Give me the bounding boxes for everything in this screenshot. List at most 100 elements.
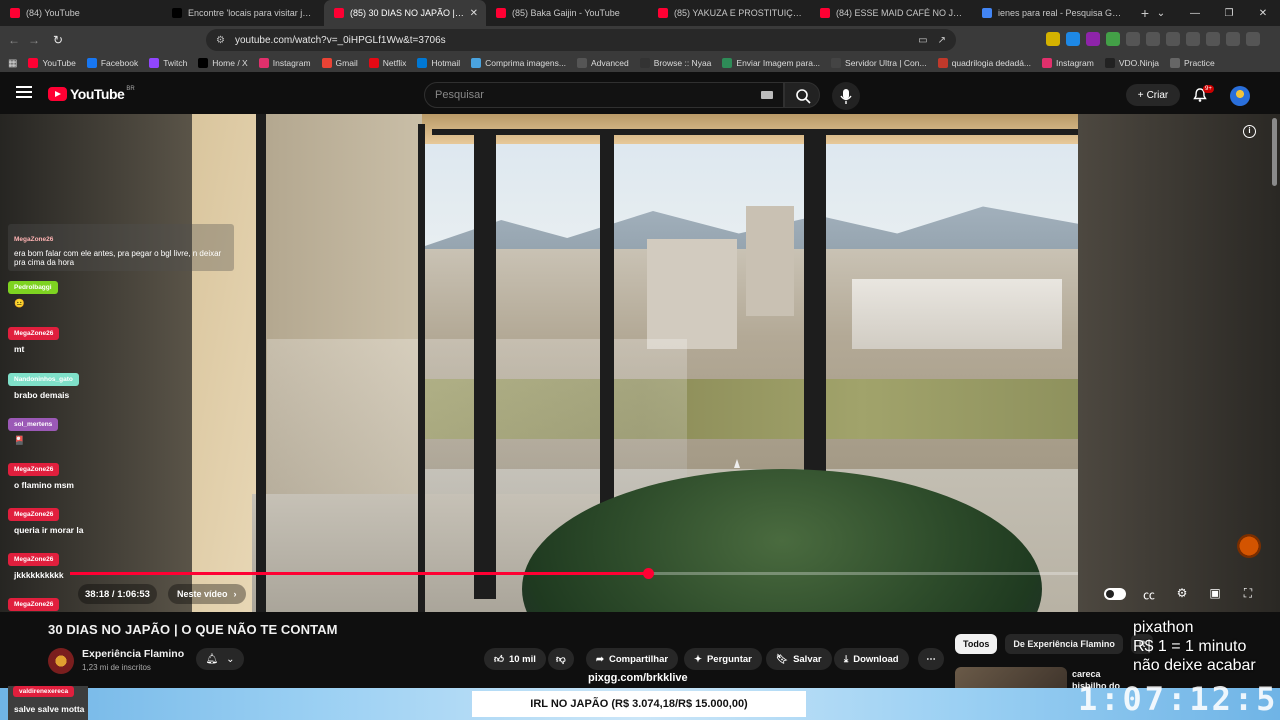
sidepanel-icon[interactable]: [1186, 32, 1200, 46]
channel-name[interactable]: Experiência Flamino: [82, 648, 184, 660]
more-dots-icon: ⋯: [926, 653, 936, 665]
tab-search-icon[interactable]: ⌄: [1144, 8, 1178, 19]
pixathon-overlay: pixathon R$ 1 = 1 minuto não deixe acaba…: [1133, 618, 1256, 675]
video-frame: [192, 114, 1078, 612]
chapter-button[interactable]: Neste vídeo ›: [168, 584, 246, 604]
filter-chip[interactable]: De Experiência Flamino: [1005, 634, 1123, 654]
bell-icon: 🔔︎: [205, 653, 219, 665]
extension-icon[interactable]: [1086, 32, 1100, 46]
forward-button[interactable]: →: [24, 33, 44, 47]
like-count: 10 mil: [508, 653, 536, 665]
share-icon[interactable]: ↗: [938, 35, 946, 46]
bookmark-item[interactable]: Servidor Ultra | Con...: [831, 58, 927, 68]
bookmark-item[interactable]: Facebook: [86, 58, 138, 68]
bookmark-item[interactable]: quadrilogia dedadá...: [937, 58, 1031, 68]
apps-grid-icon[interactable]: ▦: [8, 58, 17, 69]
donation-goal-bar: IRL NO JAPÃO (R$ 3.074,18/R$ 15.000,00): [472, 691, 806, 717]
miniplayer-icon[interactable]: ▣: [1205, 586, 1225, 603]
bookmark-favicon-icon: [368, 58, 379, 68]
bookmark-item[interactable]: Comprima imagens...: [471, 58, 566, 68]
reload-button[interactable]: ↻: [48, 33, 68, 47]
progress-bar[interactable]: [70, 568, 1078, 579]
bookmark-item[interactable]: Hotmail: [417, 58, 460, 68]
autoplay-toggle[interactable]: [1104, 588, 1126, 600]
bookmark-favicon-icon: [831, 58, 842, 68]
download-button[interactable]: ⤓ Download: [834, 648, 909, 670]
browser-tab[interactable]: (85) YAKUZA E PROSTITUIÇÃO NO JA: [648, 0, 810, 26]
bookmark-label: Instagram: [1056, 58, 1094, 68]
bookmark-item[interactable]: Instagram: [1042, 58, 1094, 68]
back-button[interactable]: ←: [4, 33, 24, 47]
share-button[interactable]: ➦ Compartilhar: [586, 648, 679, 670]
create-button[interactable]: + Criar: [1126, 84, 1180, 106]
bookmark-favicon-icon: [639, 58, 650, 68]
chat-text: mt: [14, 344, 25, 354]
download-icon[interactable]: [1206, 32, 1220, 46]
settings-gear-icon[interactable]: ⚙: [1172, 586, 1192, 603]
filter-chip[interactable]: Todos: [955, 634, 998, 654]
bookmark-item[interactable]: Practice: [1169, 58, 1215, 68]
bookmark-label: Advanced: [590, 58, 629, 68]
page-scrollbar[interactable]: [1272, 118, 1277, 186]
bookmark-item[interactable]: Netflix: [368, 58, 406, 68]
puzzle-icon[interactable]: [1146, 32, 1160, 46]
more-actions-button[interactable]: ⋯: [918, 648, 944, 670]
bookmark-label: Gmail: [335, 58, 358, 68]
site-info-icon[interactable]: ⚙: [216, 35, 225, 46]
extension-icon[interactable]: [1106, 32, 1120, 46]
restore-button[interactable]: ❐: [1212, 8, 1246, 19]
browser-tab[interactable]: ienes para real - Pesquisa Google: [972, 0, 1134, 26]
bookmark-item[interactable]: Gmail: [321, 58, 358, 68]
share-arrow-icon: ➦: [596, 653, 604, 665]
bookmark-item[interactable]: Browse :: Nyaa: [639, 58, 711, 68]
chat-username: MegaZone26: [8, 508, 60, 521]
shield-icon[interactable]: [1226, 32, 1240, 46]
extension-icon[interactable]: [1046, 32, 1060, 46]
bookmark-item[interactable]: YouTube: [28, 58, 76, 68]
subscribed-button[interactable]: 🔔︎ ⌄: [196, 648, 244, 670]
bookmark-item[interactable]: Instagram: [258, 58, 311, 68]
minimize-button[interactable]: —: [1178, 8, 1212, 19]
bookmark-item[interactable]: VDO.Ninja: [1104, 58, 1159, 68]
ask-button[interactable]: ✦ Perguntar: [684, 648, 762, 670]
bookmark-item[interactable]: Advanced: [576, 58, 629, 68]
browser-tab[interactable]: (85) Baka Gaijin - YouTube: [486, 0, 648, 26]
menu-dots-icon[interactable]: [1246, 32, 1260, 46]
cast-icon[interactable]: ▭: [918, 35, 927, 46]
menu-icon[interactable]: [16, 86, 32, 98]
scrubber-handle[interactable]: [642, 568, 654, 579]
browser-tab[interactable]: (84) ESSE MAID CAFÉ NO JAPÃO É U: [810, 0, 972, 26]
avatar[interactable]: [1230, 86, 1250, 106]
close-window-button[interactable]: ✕: [1246, 8, 1280, 19]
bookmark-item[interactable]: Twitch: [149, 58, 187, 68]
youtube-logo[interactable]: YouTube BR: [48, 86, 135, 102]
dislike-button[interactable]: 👎︎: [548, 648, 574, 670]
search-button[interactable]: [784, 82, 820, 108]
browser-tab[interactable]: Encontre 'locais para visitar japão' no: [162, 0, 324, 26]
bookmark-favicon-icon: [258, 58, 269, 68]
video-player[interactable]: i 38:18 / 1:06:53 Neste vídeo › ㏄ ⚙ ▣ ⛶: [0, 114, 1280, 612]
fullscreen-icon[interactable]: ⛶: [1238, 586, 1258, 603]
channel-avatar[interactable]: [48, 648, 74, 674]
bookmark-item[interactable]: Enviar Imagem para...: [722, 58, 820, 68]
keyboard-icon[interactable]: [761, 91, 773, 99]
search-input[interactable]: Pesquisar: [424, 82, 784, 108]
address-bar[interactable]: ⚙ youtube.com/watch?v=_0iHPGLf1Ww&t=3706…: [206, 29, 956, 51]
like-button[interactable]: 👍︎ 10 mil: [484, 648, 546, 670]
voice-search-button[interactable]: [832, 82, 860, 110]
extension-icon[interactable]: [1126, 32, 1140, 46]
info-icon[interactable]: i: [1243, 125, 1256, 138]
browser-tab[interactable]: (85) 30 DIAS NO JAPÃO | O Q ✕: [324, 0, 486, 26]
extension-icon[interactable]: [1066, 32, 1080, 46]
media-icon[interactable]: [1166, 32, 1180, 46]
chat-text: o flamino msm: [14, 480, 74, 490]
recommendation-filters: Todos De Experiência Flamino R: [955, 634, 1154, 654]
bookmark-favicon-icon: [1042, 58, 1053, 68]
bookmark-item[interactable]: Home / X: [198, 58, 248, 68]
close-tab-icon[interactable]: ✕: [470, 8, 478, 19]
browser-tab[interactable]: (84) YouTube: [0, 0, 162, 26]
subtitles-icon[interactable]: ㏄: [1139, 586, 1159, 603]
chat-text: brabo demais: [14, 390, 70, 400]
tab-title: (85) Baka Gaijin - YouTube: [512, 8, 620, 18]
save-button[interactable]: 🔖︎ Salvar: [766, 648, 832, 670]
